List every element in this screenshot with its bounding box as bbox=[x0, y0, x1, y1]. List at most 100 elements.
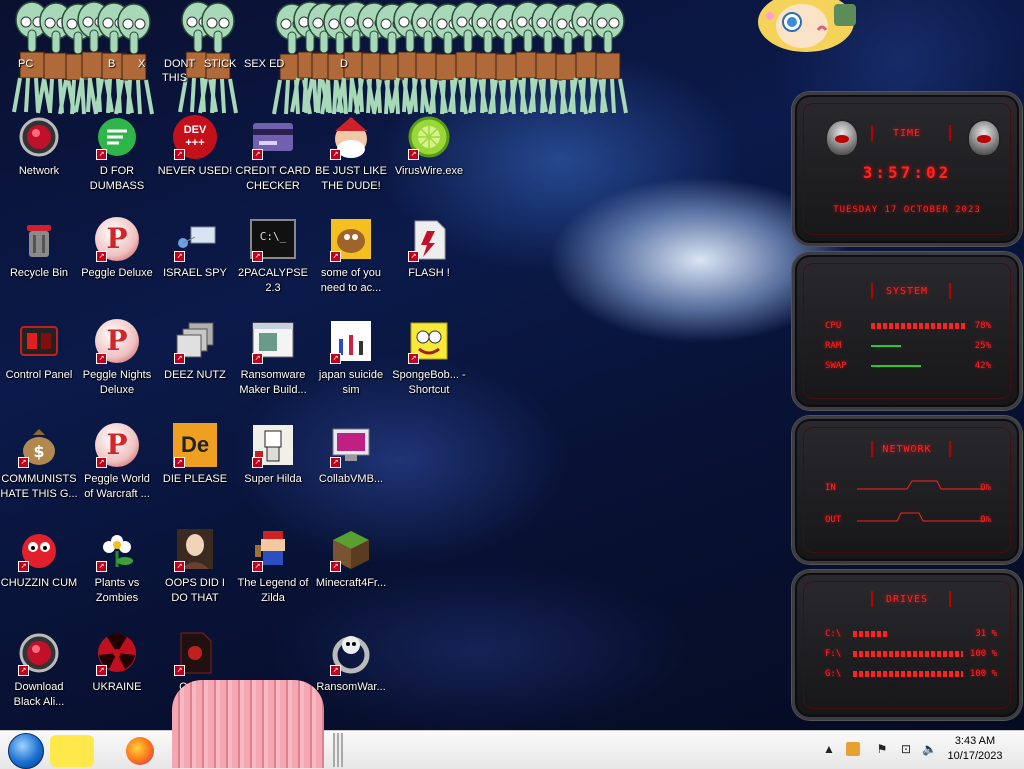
system-row-value: 42% bbox=[974, 361, 991, 371]
shortcut-arrow-icon: ↗ bbox=[174, 353, 185, 364]
start-button[interactable] bbox=[8, 733, 44, 769]
glitched-icon-label: D bbox=[340, 58, 348, 70]
system-row-value: 78% bbox=[974, 321, 991, 331]
desktop-icon-2pacalypse[interactable]: C:\_ ↗ 2PACALYPSE 2.3 bbox=[234, 216, 312, 316]
app-tray-icon[interactable] bbox=[846, 742, 860, 756]
window-app-icon: ↗ bbox=[250, 318, 296, 364]
shortcut-arrow-icon: ↗ bbox=[252, 251, 263, 262]
spongebob-taskbar-icon[interactable] bbox=[50, 735, 94, 767]
drive-usage-bar bbox=[853, 631, 887, 637]
network-row-label: IN bbox=[825, 483, 836, 493]
radiation-icon: ↗ bbox=[94, 630, 140, 676]
glitched-icon-label: SEX ED bbox=[244, 58, 285, 70]
system-row-label: CPU bbox=[825, 321, 842, 331]
drive-row-label: G:\ bbox=[825, 669, 842, 679]
glitched-icon-label: STICK bbox=[204, 58, 237, 70]
shortcut-arrow-icon: ↗ bbox=[408, 353, 419, 364]
desktop-icon-super-hilda[interactable]: ↗ Super Hilda bbox=[234, 422, 312, 522]
shortcut-arrow-icon: ↗ bbox=[252, 149, 263, 160]
desktop-icon-oops-did-i[interactable]: ↗ OOPS DID I DO THAT bbox=[156, 526, 234, 626]
desktop-icon-spongebob-shortcut[interactable]: ↗ SpongeBob... - Shortcut bbox=[390, 318, 468, 418]
desktop-icon-peggle-deluxe[interactable]: P ↗ Peggle Deluxe bbox=[78, 216, 156, 316]
desktop-icon-plants-vs-zombies[interactable]: ↗ Plants vs Zombies bbox=[78, 526, 156, 626]
network-tray-icon[interactable]: ⊡ bbox=[899, 742, 913, 756]
time-panel: TIME 3:57:02 TUESDAY 17 OCTOBER 2023 bbox=[792, 92, 1022, 246]
desktop-icon-ransomware-maker[interactable]: ↗ Ransomware Maker Build... bbox=[234, 318, 312, 418]
chevron-up-icon[interactable]: ▲ bbox=[822, 742, 836, 756]
desktop-icon-some-of-you[interactable]: ↗ some of you need to ac... bbox=[312, 216, 390, 316]
desktop-icon-peggle-world[interactable]: P ↗ Peggle World of Warcraft ... bbox=[78, 422, 156, 522]
drive-row-value: 100 % bbox=[969, 649, 997, 659]
shortcut-arrow-icon: ↗ bbox=[174, 561, 185, 572]
shortcut-arrow-icon: ↗ bbox=[408, 251, 419, 262]
desktop-icon-label: FLASH ! bbox=[408, 267, 450, 279]
shortcut-arrow-icon: ↗ bbox=[18, 561, 29, 572]
portrait-icon: ↗ bbox=[172, 526, 218, 572]
desktop-icon-network[interactable]: Network bbox=[0, 114, 78, 214]
control-panel-icon bbox=[16, 318, 62, 364]
shortcut-arrow-icon: ↗ bbox=[96, 665, 107, 676]
dark-file-icon: ↗ bbox=[172, 630, 218, 676]
desktop-icon-d-for-dumbass[interactable]: ↗ D FOR DUMBASS bbox=[78, 114, 156, 214]
green-bubble-icon: ↗ bbox=[94, 114, 140, 160]
desktop-icon-label: Control Panel bbox=[5, 369, 73, 381]
desktop-icon-label: Peggle Deluxe bbox=[81, 267, 153, 279]
flash-doc-icon: ↗ bbox=[406, 216, 452, 262]
desktop-icon-label: SpongeBob... - Shortcut bbox=[392, 369, 466, 396]
drive-row-label: F:\ bbox=[825, 649, 842, 659]
desktop-icon-label: Ransomware Maker Build... bbox=[239, 369, 307, 396]
desktop-icon-control-panel[interactable]: Control Panel bbox=[0, 318, 78, 418]
desktop-icon-deez-nutz[interactable]: ↗ DEEZ NUTZ bbox=[156, 318, 234, 418]
network-graph bbox=[857, 480, 987, 522]
taskbar-date: 10/17/2023 bbox=[947, 750, 1003, 762]
glitched-icon-label: X bbox=[138, 58, 146, 70]
shortcut-arrow-icon: ↗ bbox=[174, 251, 185, 262]
desktop-icon-chuzzin-cum[interactable]: ↗ CHUZZIN CUM bbox=[0, 526, 78, 626]
desktop-icon-never-used[interactable]: DEV +++ ↗ NEVER USED! bbox=[156, 114, 234, 214]
chuzzle-icon: ↗ bbox=[16, 526, 62, 572]
peggle-icon: P ↗ bbox=[94, 422, 140, 468]
desktop-icon-be-just-like-the-dude[interactable]: ↗ BE JUST LIKE THE DUDE! bbox=[312, 114, 390, 214]
desktop-icon-communists[interactable]: $ ↗ COMMUNISTS HATE THIS G... bbox=[0, 422, 78, 522]
desktop-icon-flash[interactable]: ↗ FLASH ! bbox=[390, 216, 468, 316]
glitched-icon-label: DONT bbox=[164, 58, 196, 70]
flag-icon[interactable]: ⚑ bbox=[875, 742, 889, 756]
desktop-icon-label: japan suicide sim bbox=[318, 369, 384, 396]
drive-row-label: C:\ bbox=[825, 629, 842, 639]
desktop-icon-recycle-bin[interactable]: Recycle Bin bbox=[0, 216, 78, 316]
desktop-icon-label: Plants vs Zombies bbox=[94, 577, 140, 604]
desktop-icon-japan-suicide-sim[interactable]: ↗ japan suicide sim bbox=[312, 318, 390, 418]
desktop-icon-israel-spy[interactable]: ↗ ISRAEL SPY bbox=[156, 216, 234, 316]
mario-icon: ↗ bbox=[250, 526, 296, 572]
desktop-icon-label: Peggle Nights Deluxe bbox=[82, 369, 152, 396]
desktop-icon-collabvmb[interactable]: ↗ CollabVMB... bbox=[312, 422, 390, 522]
flower-icon: ↗ bbox=[94, 526, 140, 572]
network-pc-icon: ↗ bbox=[172, 216, 218, 262]
desktop-icon-download-black-ali[interactable]: ↗ Download Black Ali... bbox=[0, 630, 78, 730]
squidward-image bbox=[586, 1, 630, 117]
desktop-icon-viruswire[interactable]: ↗ VirusWire.exe bbox=[390, 114, 468, 214]
desktop-icon-label: VirusWire.exe bbox=[394, 165, 464, 177]
desktop-icon-legend-of-zilda[interactable]: ↗ The Legend of Zilda bbox=[234, 526, 312, 626]
desktop-icon-credit-card-checker[interactable]: ↗ CREDIT CARD CHECKER bbox=[234, 114, 312, 214]
volume-icon[interactable]: 🔈 bbox=[922, 742, 937, 756]
desktop-icon-label: UKRAINE bbox=[92, 681, 142, 693]
spongebob-icon: ↗ bbox=[406, 318, 452, 364]
shortcut-arrow-icon: ↗ bbox=[330, 457, 341, 468]
network-row-value: 0% bbox=[980, 515, 991, 525]
shortcut-arrow-icon: ↗ bbox=[96, 353, 107, 364]
shortcut-arrow-icon: ↗ bbox=[330, 251, 341, 262]
desktop-icon-label: The Legend of Zilda bbox=[237, 577, 309, 604]
desktop-icon-peggle-nights[interactable]: P ↗ Peggle Nights Deluxe bbox=[78, 318, 156, 418]
system-usage-bar bbox=[871, 365, 921, 367]
desktop-icon-die-please[interactable]: De ↗ DIE PLEASE bbox=[156, 422, 234, 522]
desktop-icon-minecraft4fr[interactable]: ↗ Minecraft4Fr... bbox=[312, 526, 390, 626]
firefox-icon[interactable] bbox=[126, 737, 154, 765]
glitched-icon-label: PC bbox=[18, 58, 34, 70]
system-panel-title: SYSTEM bbox=[885, 286, 929, 297]
clock-display: 3:57:02 bbox=[862, 163, 952, 182]
taskbar-clock[interactable]: 3:43 AM 10/17/2023 bbox=[940, 734, 1010, 764]
drive-usage-bar bbox=[853, 671, 963, 677]
desktop-icon-ukraine[interactable]: ↗ UKRAINE bbox=[78, 630, 156, 730]
shortcut-arrow-icon: ↗ bbox=[96, 251, 107, 262]
